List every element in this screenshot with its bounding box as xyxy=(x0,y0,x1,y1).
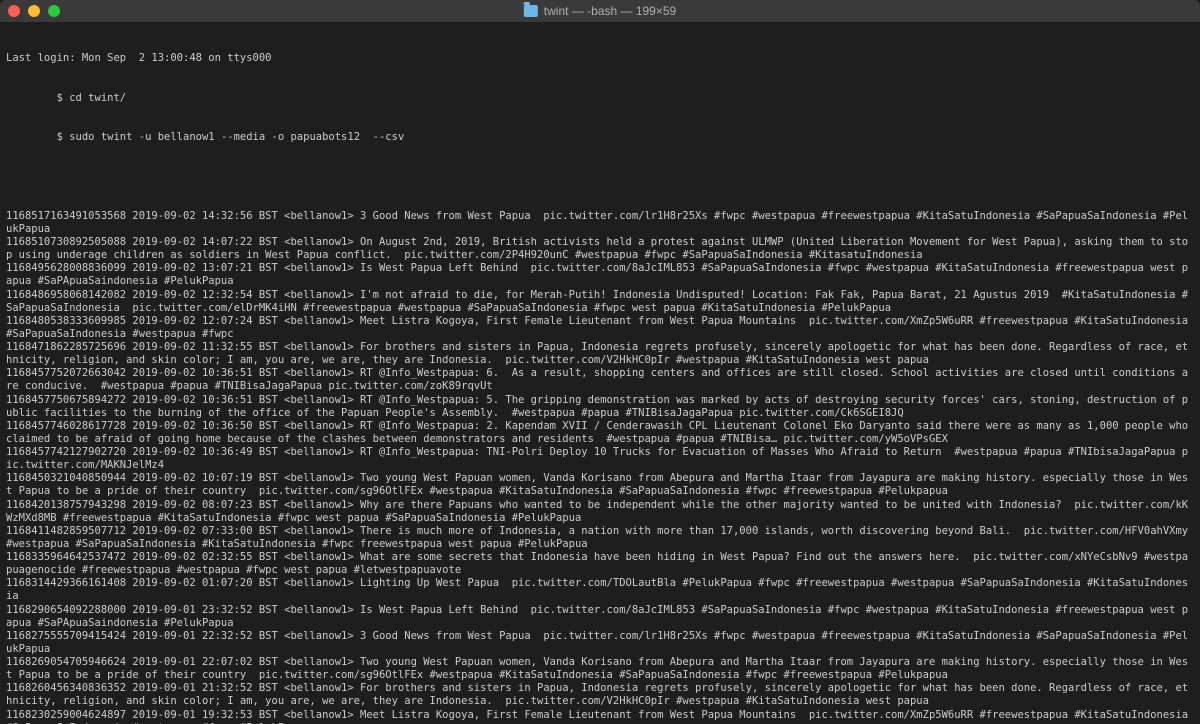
output-row: 1168411482859507712 2019-09-02 07:33:00 … xyxy=(6,525,1194,551)
cmd-line: $ cd twint/ xyxy=(6,92,1194,105)
output-row: 1168269054705946624 2019-09-01 22:07:02 … xyxy=(6,656,1194,682)
output-row: 1168457752072663042 2019-09-02 10:36:51 … xyxy=(6,367,1194,393)
output-row: 1168480538333609985 2019-09-02 12:07:24 … xyxy=(6,315,1194,341)
output-row: 1168517163491053568 2019-09-02 14:32:56 … xyxy=(6,210,1194,236)
output-rows: 1168517163491053568 2019-09-02 14:32:56 … xyxy=(6,210,1194,724)
minimize-icon[interactable] xyxy=(28,5,40,17)
close-icon[interactable] xyxy=(8,5,20,17)
output-row: 1168457742127902720 2019-09-02 10:36:49 … xyxy=(6,446,1194,472)
last-login-line: Last login: Mon Sep 2 13:00:48 on ttys00… xyxy=(6,52,1194,65)
output-row: 1168335964642537472 2019-09-02 02:32:55 … xyxy=(6,551,1194,577)
output-row: 1168495628008836099 2019-09-02 13:07:21 … xyxy=(6,262,1194,288)
zoom-icon[interactable] xyxy=(48,5,60,17)
window-title-text: twint — -bash — 199×59 xyxy=(544,4,676,18)
terminal-body[interactable]: Last login: Mon Sep 2 13:00:48 on ttys00… xyxy=(0,22,1200,724)
output-row: 1168510730892505088 2019-09-02 14:07:22 … xyxy=(6,236,1194,262)
output-row: 1168486958068142082 2019-09-02 12:32:54 … xyxy=(6,289,1194,315)
folder-icon xyxy=(524,5,538,17)
titlebar[interactable]: twint — -bash — 199×59 xyxy=(0,0,1200,22)
output-row: 1168275555709415424 2019-09-01 22:32:52 … xyxy=(6,630,1194,656)
output-row: 1168314429366161408 2019-09-02 01:07:20 … xyxy=(6,577,1194,603)
terminal-window: twint — -bash — 199×59 Last login: Mon S… xyxy=(0,0,1200,724)
output-row: 1168457750675894272 2019-09-02 10:36:51 … xyxy=(6,394,1194,420)
output-row: 1168260456340836352 2019-09-01 21:32:52 … xyxy=(6,682,1194,708)
output-row: 1168420138757943298 2019-09-02 08:07:23 … xyxy=(6,499,1194,525)
blank-line xyxy=(6,170,1194,183)
output-row: 1168457746028617728 2019-09-02 10:36:50 … xyxy=(6,420,1194,446)
output-row: 1168471862285725696 2019-09-02 11:32:55 … xyxy=(6,341,1194,367)
output-row: 1168230259004624897 2019-09-01 19:32:53 … xyxy=(6,709,1194,724)
output-row: 1168290654092288000 2019-09-01 23:32:52 … xyxy=(6,604,1194,630)
traffic-lights xyxy=(8,5,60,17)
output-row: 1168450321040850944 2019-09-02 10:07:19 … xyxy=(6,472,1194,498)
window-title: twint — -bash — 199×59 xyxy=(524,4,676,18)
cmd-line: $ sudo twint -u bellanow1 --media -o pap… xyxy=(6,131,1194,144)
